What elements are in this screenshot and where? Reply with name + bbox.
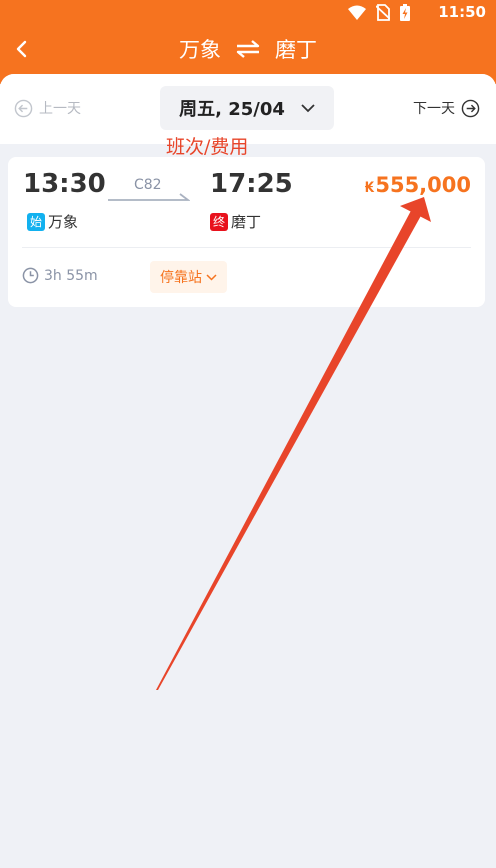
route-origin: 万象: [179, 38, 221, 62]
prev-day-button[interactable]: 上一天: [14, 98, 81, 118]
origin-name: 万象: [48, 213, 79, 231]
direction-arrow-icon: [108, 193, 190, 201]
date-picker[interactable]: 周五, 25/04: [160, 86, 334, 130]
train-number: C82: [134, 177, 162, 193]
trip-duration: 3h 55m: [22, 267, 98, 284]
destination-tag: 终: [210, 212, 228, 231]
chevron-down-icon: [301, 103, 315, 112]
destination-station: 终 磨丁: [210, 211, 261, 232]
destination-name: 磨丁: [231, 213, 262, 231]
wifi-icon: [348, 5, 366, 20]
ticket-price: ₭ 555,000: [365, 173, 471, 197]
trip-card[interactable]: 13:30 C82 17:25 ₭ 555,000 始 万象 终 磨丁 3h 5…: [8, 157, 485, 307]
departure-time: 13:30: [23, 169, 106, 199]
annotation-label: 班次/费用: [166, 136, 249, 158]
duration-value: 3h 55m: [44, 267, 98, 284]
battery-charging-icon: [400, 4, 410, 21]
status-time: 11:50: [438, 3, 486, 21]
clock-icon: [22, 267, 39, 284]
card-divider: [22, 247, 471, 248]
price-amount: 555,000: [375, 173, 471, 197]
stops-button[interactable]: 停靠站: [150, 261, 227, 293]
swap-icon[interactable]: [235, 40, 261, 58]
arrow-left-circle-icon: [14, 99, 33, 117]
next-day-button[interactable]: 下一天: [413, 98, 480, 118]
no-sim-icon: [376, 4, 390, 21]
arrival-time: 17:25: [210, 169, 293, 199]
price-currency: ₭: [364, 180, 375, 196]
route-title: 万象 磨丁: [0, 34, 496, 64]
status-bar: 11:50: [0, 0, 496, 26]
origin-station: 始 万象: [27, 211, 78, 232]
stops-label: 停靠站: [160, 270, 202, 286]
next-day-label: 下一天: [413, 101, 455, 117]
arrow-right-circle-icon: [461, 99, 480, 117]
origin-tag: 始: [27, 212, 45, 231]
chevron-down-icon: [206, 273, 217, 281]
prev-day-label: 上一天: [39, 101, 81, 117]
selected-date: 周五, 25/04: [179, 99, 285, 120]
route-destination: 磨丁: [275, 38, 317, 62]
